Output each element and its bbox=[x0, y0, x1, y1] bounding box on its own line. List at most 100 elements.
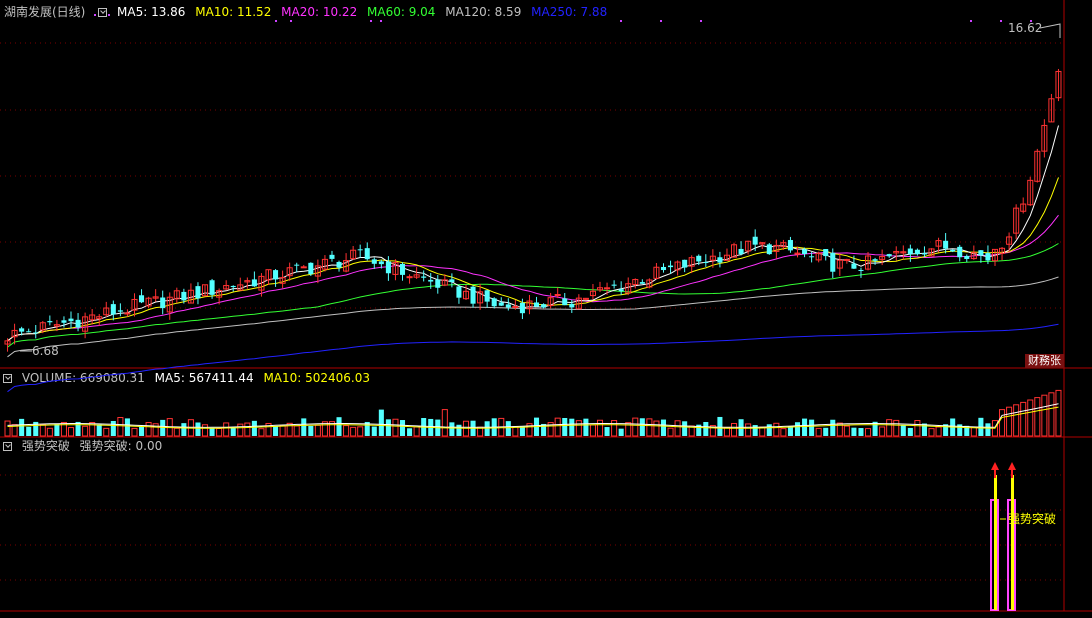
candle-body-down bbox=[766, 244, 772, 255]
candle-body-down bbox=[26, 331, 32, 333]
candle-body-down bbox=[308, 262, 314, 275]
event-marker bbox=[275, 20, 277, 22]
candle-body-down bbox=[160, 297, 166, 309]
volume-bar-down bbox=[273, 426, 279, 436]
candle-body-down bbox=[519, 302, 525, 314]
volume-bar-down bbox=[251, 420, 257, 436]
candle-body-down bbox=[950, 249, 956, 252]
candle-body-down bbox=[682, 259, 688, 268]
volume-bar-up bbox=[1020, 401, 1027, 437]
volume-bar-up bbox=[999, 409, 1006, 437]
candle-body-down bbox=[639, 282, 645, 284]
volume-bar-up bbox=[103, 427, 110, 437]
event-marker bbox=[94, 14, 96, 16]
volume-bar-down bbox=[519, 426, 525, 436]
volume-bar-up bbox=[632, 417, 639, 437]
candle-body-down bbox=[181, 291, 187, 301]
candle-body-down bbox=[399, 263, 406, 275]
candle-body-down bbox=[534, 302, 540, 307]
volume-bar-up bbox=[575, 420, 582, 437]
volume-bar-down bbox=[823, 427, 829, 436]
finance-badge[interactable]: 财務张 bbox=[1025, 354, 1064, 368]
candle-body-down bbox=[371, 259, 377, 264]
volume-bar-down bbox=[703, 422, 709, 436]
candle-body-down bbox=[385, 261, 391, 274]
volume-bar-up bbox=[596, 419, 604, 437]
volume-bar-down bbox=[230, 427, 236, 436]
kline-chart[interactable]: 16.62 6.68 强势突破 bbox=[0, 0, 1092, 618]
candle-body-down bbox=[886, 254, 892, 257]
volume-bar-up bbox=[314, 424, 321, 437]
volume-bar-up bbox=[46, 427, 53, 437]
candle-body-down bbox=[914, 249, 920, 255]
volume-bar-up bbox=[843, 425, 850, 437]
volume-bar-up bbox=[730, 422, 738, 437]
candle-body-down bbox=[33, 332, 39, 334]
volume-bar-up bbox=[611, 420, 618, 437]
candle-body-down bbox=[562, 298, 568, 306]
candle-body-down bbox=[703, 262, 709, 264]
volume-bar-up bbox=[392, 418, 399, 437]
candle-body-down bbox=[809, 256, 815, 258]
volume-bar-up bbox=[723, 427, 730, 437]
high-price-label: 16.62 bbox=[1008, 21, 1042, 35]
candle-body-down bbox=[110, 304, 116, 315]
volume-bar-up bbox=[258, 428, 265, 437]
volume-bar-down bbox=[900, 425, 906, 436]
candle-body-down bbox=[336, 261, 342, 268]
volume-bar-down bbox=[96, 424, 102, 436]
candle-body-up bbox=[554, 293, 561, 296]
ma60-line bbox=[7, 243, 1059, 348]
volume-bar-down bbox=[139, 426, 145, 436]
candle-body-down bbox=[364, 248, 370, 260]
candle-body-up bbox=[604, 287, 611, 290]
volume-bar-down bbox=[569, 418, 575, 436]
volume-bar-down bbox=[985, 423, 991, 436]
volume-bar-down bbox=[505, 421, 511, 436]
candle-body-down bbox=[470, 286, 476, 304]
volume-bar-up bbox=[244, 422, 251, 437]
volume-bar-down bbox=[336, 417, 342, 436]
candle-body-down bbox=[230, 285, 236, 288]
volume-bar-up bbox=[145, 422, 152, 437]
volume-bar-down bbox=[110, 420, 116, 436]
volume-bar-up bbox=[413, 426, 420, 437]
volume-bar-down bbox=[54, 424, 60, 436]
candle-body-up bbox=[124, 312, 131, 315]
candle-body-down bbox=[428, 279, 434, 282]
candle-body-down bbox=[618, 289, 624, 292]
volume-bar-down bbox=[449, 422, 455, 436]
candle-body-down bbox=[569, 303, 575, 308]
volume-bar-up bbox=[67, 427, 75, 437]
candle-body-up bbox=[512, 306, 519, 309]
candle-body-down bbox=[985, 253, 991, 261]
ma250-line bbox=[7, 323, 1059, 393]
candle-body-down bbox=[858, 269, 864, 271]
volume-bar-down bbox=[583, 418, 589, 436]
candle-body-down bbox=[660, 266, 667, 271]
volume-bar-up bbox=[554, 417, 561, 437]
low-price-label: 6.68 bbox=[32, 344, 59, 358]
volume-bar-down bbox=[26, 426, 32, 436]
volume-bar-up bbox=[815, 427, 822, 437]
candle-body-down bbox=[851, 263, 857, 269]
event-marker bbox=[660, 20, 662, 22]
candle-body-down bbox=[357, 249, 363, 251]
volume-bar-up bbox=[4, 420, 11, 437]
volume-bar-down bbox=[407, 428, 413, 436]
volume-bar-up bbox=[667, 427, 674, 437]
candle-body-down bbox=[421, 276, 427, 278]
candle-body-down bbox=[498, 302, 504, 306]
candle-body-down bbox=[752, 236, 758, 245]
candle-body-down bbox=[273, 270, 279, 280]
high-marker-arrow bbox=[1039, 23, 1061, 38]
candle-body-down bbox=[830, 252, 836, 272]
candle-body-down bbox=[541, 304, 547, 308]
signal-spike-inner bbox=[994, 475, 997, 610]
candle-body-down bbox=[294, 264, 300, 266]
candle-body-down bbox=[195, 286, 201, 299]
volume-bar-up bbox=[914, 420, 921, 437]
volume-bar-down bbox=[124, 418, 130, 436]
volume-bar-up bbox=[935, 426, 942, 437]
volume-bar-up bbox=[343, 425, 350, 437]
